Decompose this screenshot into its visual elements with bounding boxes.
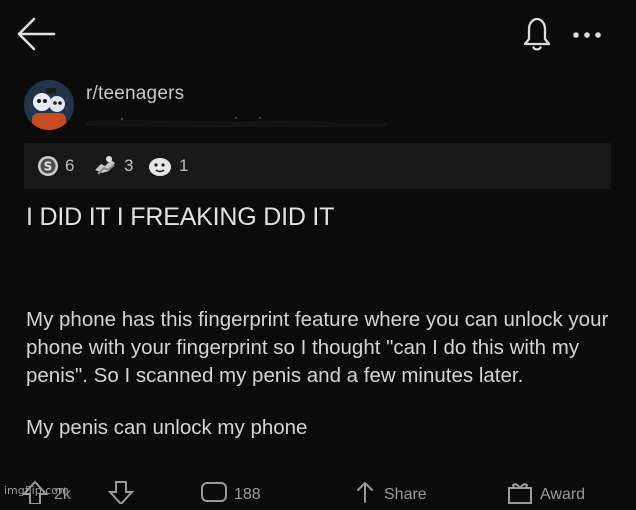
share-arrow-icon bbox=[357, 481, 373, 503]
wholesome-award-icon bbox=[149, 158, 171, 176]
comments-count: 188 bbox=[234, 486, 261, 503]
award-count: 6 bbox=[65, 156, 75, 175]
comments-button[interactable]: 188 bbox=[200, 480, 261, 510]
post-body-paragraph: My penis can unlock my phone bbox=[26, 416, 308, 439]
subreddit-avatar[interactable] bbox=[24, 80, 74, 130]
more-options-button[interactable] bbox=[566, 18, 610, 50]
comment-bubble-icon bbox=[201, 482, 227, 502]
post-body-paragraph: My phone has this fingerprint feature wh… bbox=[26, 308, 609, 387]
award-item-silver[interactable]: S 6 bbox=[37, 154, 74, 178]
silver-award-icon: S bbox=[38, 156, 58, 176]
downvote-button[interactable] bbox=[108, 480, 134, 510]
notifications-button[interactable] bbox=[515, 14, 559, 54]
award-item-helpful[interactable]: 3 bbox=[92, 154, 133, 178]
award-count: 1 bbox=[179, 156, 189, 175]
top-bar bbox=[0, 0, 636, 70]
helpful-award-icon bbox=[95, 156, 115, 175]
bell-icon bbox=[523, 17, 551, 51]
share-button[interactable]: Share bbox=[352, 480, 427, 510]
redacted-username-smudge bbox=[86, 117, 386, 128]
back-button[interactable] bbox=[14, 14, 58, 54]
award-button[interactable]: Award bbox=[506, 480, 585, 510]
svg-text:S: S bbox=[44, 160, 53, 174]
community-header: r/teenagers bbox=[24, 80, 614, 136]
more-dots-icon bbox=[573, 32, 601, 38]
watermark: imgflip.com bbox=[4, 484, 69, 497]
post-action-bar: 2k 188 Share Award bbox=[0, 478, 636, 504]
subreddit-avatar-icon bbox=[24, 80, 74, 130]
post-title: I DID IT I FREAKING DID IT bbox=[26, 203, 335, 231]
downvote-arrow-icon bbox=[108, 481, 134, 504]
gift-icon bbox=[508, 483, 532, 504]
share-label: Share bbox=[384, 486, 427, 503]
back-arrow-icon bbox=[17, 17, 56, 51]
subreddit-name[interactable]: r/teenagers bbox=[86, 83, 184, 105]
award-label: Award bbox=[540, 486, 586, 503]
award-item-wholesome[interactable]: 1 bbox=[147, 154, 188, 178]
award-count: 3 bbox=[124, 156, 134, 175]
awards-strip[interactable]: S 6 3 1 bbox=[24, 143, 611, 189]
post-body: My phone has this fingerprint feature wh… bbox=[26, 306, 616, 442]
